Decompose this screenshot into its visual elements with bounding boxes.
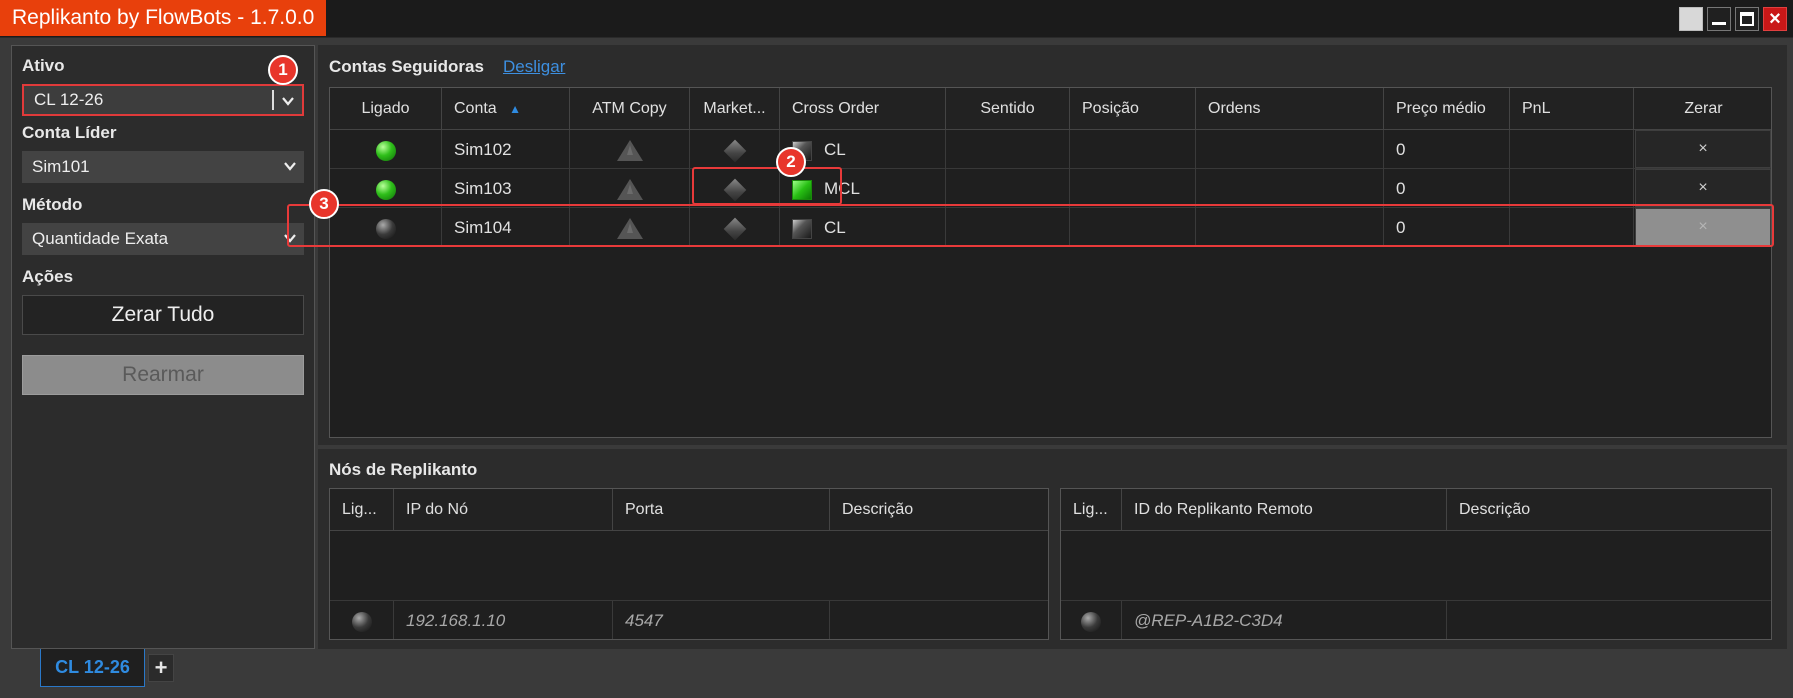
restore-square-button[interactable] — [1679, 7, 1703, 31]
chevron-down-icon — [284, 162, 296, 171]
descricao-cell — [830, 601, 1048, 639]
sort-asc-icon: ▲ — [509, 102, 522, 116]
nodes-grid: Lig... IP do Nó Porta Descrição 192.168.… — [329, 488, 1049, 640]
rearmar-button[interactable]: Rearmar — [22, 355, 304, 395]
id-remoto-cell: @REP-A1B2-C3D4 — [1122, 601, 1447, 639]
followers-grid: Ligado Conta ▲ ATM Copy Market... Cross … — [329, 87, 1772, 438]
preco-medio-cell: 0 — [1384, 130, 1510, 169]
status-led-on-icon[interactable] — [375, 179, 396, 200]
posicao-cell — [1070, 130, 1196, 169]
col-id-remoto[interactable]: ID do Replikanto Remoto — [1122, 489, 1447, 531]
col-ip[interactable]: IP do Nó — [394, 489, 613, 531]
highlight-row-sim104 — [287, 204, 1774, 247]
nodes-panel: Nós de Replikanto Lig... IP do Nó Porta … — [318, 449, 1787, 649]
nodes-grid-header: Lig... IP do Nó Porta Descrição — [330, 489, 1048, 531]
col-posicao[interactable]: Posição — [1070, 88, 1196, 130]
col-descricao[interactable]: Descrição — [830, 489, 1048, 531]
col-lig[interactable]: Lig... — [1061, 489, 1122, 531]
conta-cell: Sim102 — [442, 130, 570, 169]
pnl-cell — [1510, 169, 1634, 208]
descricao-cell — [1447, 601, 1771, 639]
table-row[interactable]: Sim102 CL 0 × — [330, 130, 1771, 169]
ativo-select[interactable]: CL 12-26 — [22, 84, 304, 116]
conta-cell: Sim103 — [442, 169, 570, 208]
close-button[interactable]: × — [1763, 7, 1787, 31]
ordens-cell — [1196, 169, 1384, 208]
conta-lider-value: Sim101 — [32, 157, 90, 176]
cross-order-value: CL — [824, 140, 846, 159]
chevron-down-icon — [282, 97, 294, 106]
remote-nodes-grid: Lig... ID do Replikanto Remoto Descrição… — [1060, 488, 1772, 640]
maximize-button[interactable] — [1735, 7, 1759, 31]
zerar-tudo-button[interactable]: Zerar Tudo — [22, 295, 304, 335]
minimize-button[interactable] — [1707, 7, 1731, 31]
zerar-row-button[interactable]: × — [1635, 130, 1771, 168]
tab-instrument[interactable]: CL 12-26 — [40, 649, 145, 687]
col-lig[interactable]: Lig... — [330, 489, 394, 531]
ordens-cell — [1196, 130, 1384, 169]
ativo-value: CL 12-26 — [34, 90, 104, 109]
col-atm-copy[interactable]: ATM Copy — [570, 88, 690, 130]
window-title: Replikanto by FlowBots - 1.7.0.0 — [0, 0, 327, 36]
col-conta[interactable]: Conta ▲ — [442, 88, 570, 130]
col-zerar[interactable]: Zerar — [1634, 88, 1771, 130]
col-ordens[interactable]: Ordens — [1196, 88, 1384, 130]
metodo-select[interactable]: Quantidade Exata — [22, 223, 304, 255]
conta-lider-select[interactable]: Sim101 — [22, 151, 304, 183]
conta-lider-label: Conta Líder — [22, 123, 117, 142]
remote-nodes-grid-header: Lig... ID do Replikanto Remoto Descrição — [1061, 489, 1771, 531]
col-conta-label: Conta — [454, 100, 497, 117]
col-preco-medio[interactable]: Preço médio — [1384, 88, 1510, 130]
followers-grid-header: Ligado Conta ▲ ATM Copy Market... Cross … — [330, 88, 1771, 130]
col-pnl[interactable]: PnL — [1510, 88, 1634, 130]
col-cross-order[interactable]: Cross Order — [780, 88, 946, 130]
porta-cell: 4547 — [613, 601, 830, 639]
pnl-cell — [1510, 130, 1634, 169]
ip-cell: 192.168.1.10 — [394, 601, 613, 639]
atm-copy-triangle-icon[interactable] — [616, 140, 643, 162]
left-panel: Ativo CL 12-26 Conta Líder Sim101 Método… — [11, 45, 315, 649]
metodo-label: Método — [22, 195, 83, 214]
zerar-row-button[interactable]: × — [1635, 169, 1771, 207]
status-led-off-icon[interactable] — [351, 611, 372, 632]
posicao-cell — [1070, 169, 1196, 208]
ativo-label: Ativo — [22, 56, 65, 75]
acoes-label: Ações — [22, 267, 74, 286]
col-market[interactable]: Market... — [690, 88, 780, 130]
title-bar: Replikanto by FlowBots - 1.7.0.0 × — [0, 0, 1793, 38]
col-porta[interactable]: Porta — [613, 489, 830, 531]
col-ligado[interactable]: Ligado — [330, 88, 442, 130]
table-row[interactable]: Sim103 MCL 0 × — [330, 169, 1771, 208]
col-descricao[interactable]: Descrição — [1447, 489, 1771, 531]
status-led-off-icon[interactable] — [1081, 611, 1101, 632]
atm-copy-triangle-icon[interactable] — [616, 179, 643, 201]
window-controls: × — [1679, 7, 1787, 31]
col-sentido[interactable]: Sentido — [946, 88, 1070, 130]
nodes-title: Nós de Replikanto — [329, 460, 478, 479]
annotation-badge-2: 2 — [776, 147, 806, 177]
add-tab-button[interactable]: + — [148, 654, 174, 682]
market-diamond-icon[interactable] — [723, 139, 746, 162]
preco-medio-cell: 0 — [1384, 169, 1510, 208]
status-led-on-icon[interactable] — [375, 140, 396, 161]
ativo-select-divider — [272, 90, 274, 110]
sentido-cell — [946, 169, 1070, 208]
annotation-badge-1: 1 — [268, 55, 298, 85]
sentido-cell — [946, 130, 1070, 169]
table-row[interactable]: 192.168.1.10 4547 — [330, 600, 1048, 639]
annotation-badge-3: 3 — [309, 189, 339, 219]
followers-title: Contas Seguidoras — [329, 57, 484, 76]
desligar-link[interactable]: Desligar — [503, 57, 565, 77]
metodo-value: Quantidade Exata — [32, 229, 169, 248]
highlight-cross-order — [692, 167, 842, 205]
table-row[interactable]: @REP-A1B2-C3D4 — [1061, 600, 1771, 639]
